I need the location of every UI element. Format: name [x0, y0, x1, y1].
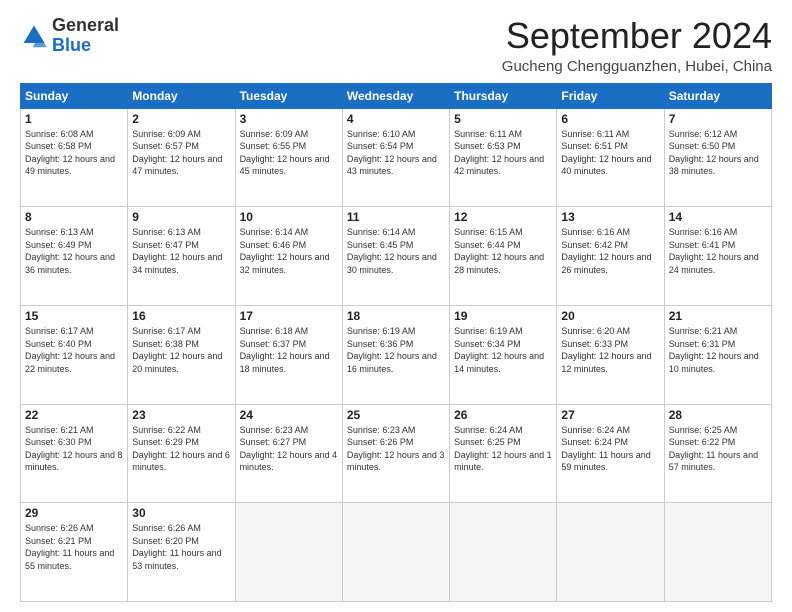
- calendar-day-19: 19Sunrise: 6:19 AMSunset: 6:34 PMDayligh…: [450, 305, 557, 404]
- calendar-day-24: 24Sunrise: 6:23 AMSunset: 6:27 PMDayligh…: [235, 404, 342, 503]
- calendar-day-empty: [235, 503, 342, 602]
- logo: General Blue: [20, 16, 119, 56]
- calendar-day-5: 5Sunrise: 6:11 AMSunset: 6:53 PMDaylight…: [450, 108, 557, 207]
- calendar-day-empty: [557, 503, 664, 602]
- calendar-day-22: 22Sunrise: 6:21 AMSunset: 6:30 PMDayligh…: [21, 404, 128, 503]
- calendar-day-27: 27Sunrise: 6:24 AMSunset: 6:24 PMDayligh…: [557, 404, 664, 503]
- calendar-day-13: 13Sunrise: 6:16 AMSunset: 6:42 PMDayligh…: [557, 207, 664, 306]
- logo-icon: [20, 22, 48, 50]
- calendar-week-1: 8Sunrise: 6:13 AMSunset: 6:49 PMDaylight…: [21, 207, 772, 306]
- calendar-day-23: 23Sunrise: 6:22 AMSunset: 6:29 PMDayligh…: [128, 404, 235, 503]
- calendar-day-16: 16Sunrise: 6:17 AMSunset: 6:38 PMDayligh…: [128, 305, 235, 404]
- col-header-saturday: Saturday: [664, 83, 771, 108]
- calendar-week-2: 15Sunrise: 6:17 AMSunset: 6:40 PMDayligh…: [21, 305, 772, 404]
- calendar-day-empty: [342, 503, 449, 602]
- logo-blue: Blue: [52, 35, 91, 55]
- calendar-day-1: 1Sunrise: 6:08 AMSunset: 6:58 PMDaylight…: [21, 108, 128, 207]
- calendar-day-9: 9Sunrise: 6:13 AMSunset: 6:47 PMDaylight…: [128, 207, 235, 306]
- calendar-day-18: 18Sunrise: 6:19 AMSunset: 6:36 PMDayligh…: [342, 305, 449, 404]
- calendar-day-26: 26Sunrise: 6:24 AMSunset: 6:25 PMDayligh…: [450, 404, 557, 503]
- calendar-day-empty: [450, 503, 557, 602]
- col-header-sunday: Sunday: [21, 83, 128, 108]
- calendar-day-17: 17Sunrise: 6:18 AMSunset: 6:37 PMDayligh…: [235, 305, 342, 404]
- calendar-day-15: 15Sunrise: 6:17 AMSunset: 6:40 PMDayligh…: [21, 305, 128, 404]
- logo-text: General Blue: [52, 16, 119, 56]
- col-header-monday: Monday: [128, 83, 235, 108]
- location-subtitle: Gucheng Chengguanzhen, Hubei, China: [502, 58, 772, 75]
- col-header-friday: Friday: [557, 83, 664, 108]
- calendar-week-4: 29Sunrise: 6:26 AMSunset: 6:21 PMDayligh…: [21, 503, 772, 602]
- calendar-week-3: 22Sunrise: 6:21 AMSunset: 6:30 PMDayligh…: [21, 404, 772, 503]
- calendar-day-2: 2Sunrise: 6:09 AMSunset: 6:57 PMDaylight…: [128, 108, 235, 207]
- calendar-day-28: 28Sunrise: 6:25 AMSunset: 6:22 PMDayligh…: [664, 404, 771, 503]
- calendar-day-10: 10Sunrise: 6:14 AMSunset: 6:46 PMDayligh…: [235, 207, 342, 306]
- calendar-day-7: 7Sunrise: 6:12 AMSunset: 6:50 PMDaylight…: [664, 108, 771, 207]
- calendar-day-25: 25Sunrise: 6:23 AMSunset: 6:26 PMDayligh…: [342, 404, 449, 503]
- month-title: September 2024: [502, 16, 772, 56]
- calendar-day-4: 4Sunrise: 6:10 AMSunset: 6:54 PMDaylight…: [342, 108, 449, 207]
- calendar-day-30: 30Sunrise: 6:26 AMSunset: 6:20 PMDayligh…: [128, 503, 235, 602]
- calendar-day-6: 6Sunrise: 6:11 AMSunset: 6:51 PMDaylight…: [557, 108, 664, 207]
- logo-general: General: [52, 15, 119, 35]
- col-header-tuesday: Tuesday: [235, 83, 342, 108]
- header: General Blue September 2024 Gucheng Chen…: [20, 16, 772, 75]
- calendar-day-21: 21Sunrise: 6:21 AMSunset: 6:31 PMDayligh…: [664, 305, 771, 404]
- calendar-day-20: 20Sunrise: 6:20 AMSunset: 6:33 PMDayligh…: [557, 305, 664, 404]
- col-header-wednesday: Wednesday: [342, 83, 449, 108]
- calendar-day-empty: [664, 503, 771, 602]
- calendar-day-8: 8Sunrise: 6:13 AMSunset: 6:49 PMDaylight…: [21, 207, 128, 306]
- calendar-day-14: 14Sunrise: 6:16 AMSunset: 6:41 PMDayligh…: [664, 207, 771, 306]
- calendar-day-29: 29Sunrise: 6:26 AMSunset: 6:21 PMDayligh…: [21, 503, 128, 602]
- calendar-day-11: 11Sunrise: 6:14 AMSunset: 6:45 PMDayligh…: [342, 207, 449, 306]
- calendar-day-12: 12Sunrise: 6:15 AMSunset: 6:44 PMDayligh…: [450, 207, 557, 306]
- page: General Blue September 2024 Gucheng Chen…: [0, 0, 792, 612]
- calendar-header-row: SundayMondayTuesdayWednesdayThursdayFrid…: [21, 83, 772, 108]
- calendar-week-0: 1Sunrise: 6:08 AMSunset: 6:58 PMDaylight…: [21, 108, 772, 207]
- calendar-table: SundayMondayTuesdayWednesdayThursdayFrid…: [20, 83, 772, 602]
- title-block: September 2024 Gucheng Chengguanzhen, Hu…: [502, 16, 772, 75]
- calendar-day-3: 3Sunrise: 6:09 AMSunset: 6:55 PMDaylight…: [235, 108, 342, 207]
- col-header-thursday: Thursday: [450, 83, 557, 108]
